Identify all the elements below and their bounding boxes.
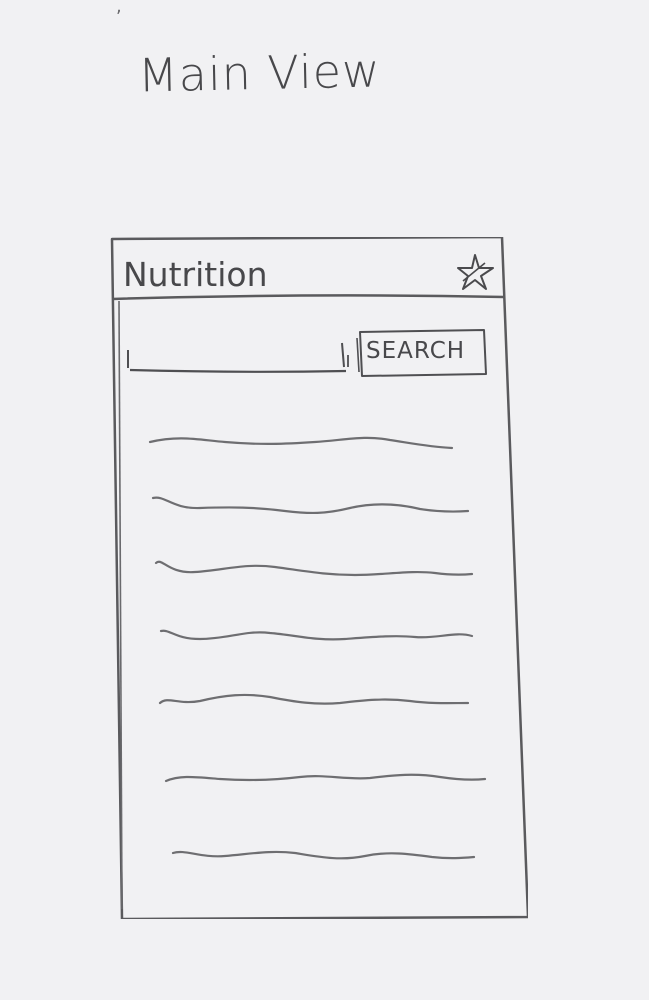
app-title: Nutrition (123, 255, 268, 294)
stray-pencil-mark: , (116, 0, 122, 17)
favorites-button[interactable] (455, 251, 495, 291)
phone-frame: Nutrition SEARCH (110, 237, 528, 919)
star-icon (457, 254, 494, 290)
search-button[interactable]: SEARCH (356, 328, 487, 378)
search-button-label: SEARCH (366, 338, 466, 364)
search-input[interactable] (124, 341, 358, 377)
sheet-title: Main View (137, 43, 382, 103)
